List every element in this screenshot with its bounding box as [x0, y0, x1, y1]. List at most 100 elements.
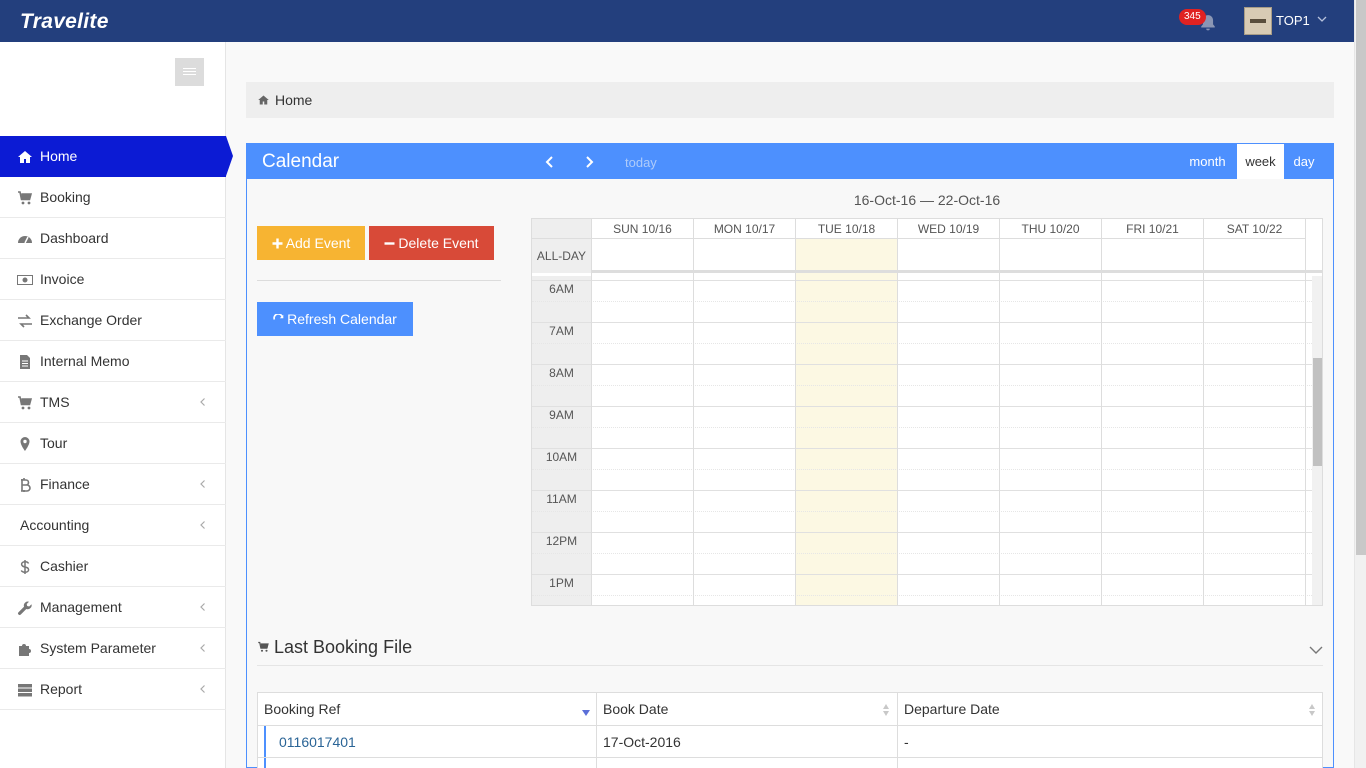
day-column-header: FRI 10/21	[1101, 219, 1203, 239]
brand-logo[interactable]: Travelite	[20, 10, 109, 34]
calendar-panel: Calendar today month week day Add Event …	[246, 143, 1334, 768]
booking-ref-link[interactable]: 0116017401	[279, 734, 356, 750]
table-row[interactable]	[258, 758, 1322, 768]
chevron-left-icon	[200, 398, 205, 406]
notification-badge[interactable]: 345	[1179, 9, 1206, 25]
month-view-button[interactable]: month	[1179, 144, 1236, 179]
chevron-left-icon	[200, 521, 205, 529]
menu-line	[183, 68, 196, 69]
column-header-label: Departure Date	[904, 701, 1000, 717]
sidebar-nav: Home Booking Dashboard Invoice Exchange …	[0, 136, 233, 710]
sidebar: Home Booking Dashboard Invoice Exchange …	[0, 42, 233, 768]
cart-icon	[258, 641, 269, 652]
cart-icon	[18, 191, 33, 205]
column-header-label: Book Date	[603, 701, 669, 717]
half-hour-line	[532, 553, 1312, 554]
day-column-line	[795, 219, 796, 605]
minus-icon	[384, 242, 395, 245]
day-view-button[interactable]: day	[1284, 144, 1324, 179]
day-column-header: THU 10/20	[999, 219, 1101, 239]
time-label: 1PM	[549, 576, 574, 590]
time-label: 8AM	[549, 366, 574, 380]
sort-desc-icon	[582, 710, 590, 716]
dollar-icon	[20, 560, 30, 574]
chevron-left-icon	[200, 480, 205, 488]
chevron-left-icon	[200, 644, 205, 652]
column-header-booking-ref[interactable]: Booking Ref	[258, 693, 597, 726]
home-icon	[18, 151, 32, 163]
delete-event-button[interactable]: Delete Event	[369, 226, 494, 260]
sidebar-item-report[interactable]: Report	[0, 669, 226, 710]
day-column-line	[1305, 219, 1306, 605]
allday-row[interactable]	[532, 239, 1322, 273]
hour-line	[532, 448, 1312, 449]
sidebar-item-system-parameter[interactable]: System Parameter	[0, 628, 226, 669]
chevron-left-icon	[200, 685, 205, 693]
sidebar-item-dashboard[interactable]: Dashboard	[0, 218, 226, 259]
page-scrollbar-thumb[interactable]	[1356, 0, 1366, 555]
day-column-header: SAT 10/22	[1203, 219, 1305, 239]
username[interactable]: TOP1	[1276, 13, 1310, 28]
last-booking-title: Last Booking File	[274, 637, 413, 657]
breadcrumb: Home	[246, 82, 1334, 118]
week-view-button[interactable]: week	[1237, 144, 1284, 179]
chevron-left-icon[interactable]	[544, 155, 556, 169]
sidebar-item-exchange-order[interactable]: Exchange Order	[0, 300, 226, 341]
refresh-calendar-label: Refresh Calendar	[287, 311, 397, 327]
half-hour-line	[532, 469, 1312, 470]
avatar[interactable]	[1244, 7, 1272, 35]
sidebar-item-accounting[interactable]: Accounting	[0, 505, 226, 546]
hour-line	[532, 532, 1312, 533]
plus-icon	[272, 238, 283, 249]
grid-corner	[532, 219, 591, 239]
delete-event-label: Delete Event	[398, 235, 479, 251]
sidebar-item-finance[interactable]: Finance	[0, 464, 226, 505]
book-date-cell	[597, 758, 898, 768]
departure-date-cell: -	[904, 734, 909, 750]
today-button[interactable]: today	[625, 155, 657, 170]
sidebar-item-management[interactable]: Management	[0, 587, 226, 628]
book-date-cell: 17-Oct-2016	[597, 726, 898, 758]
sidebar-item-label: Tour	[40, 435, 68, 451]
time-label: 10AM	[545, 450, 578, 464]
sidebar-item-label: Exchange Order	[40, 312, 142, 328]
table-row[interactable]: 0116017401 17-Oct-2016 -	[258, 726, 1322, 758]
refresh-calendar-button[interactable]: Refresh Calendar	[257, 302, 413, 336]
file-icon	[20, 355, 30, 369]
day-column-line	[591, 219, 592, 605]
menu-line	[183, 71, 196, 72]
sidebar-item-label: Booking	[40, 189, 91, 205]
divider	[257, 280, 501, 281]
hour-line	[532, 364, 1312, 365]
column-header-book-date[interactable]: Book Date	[597, 693, 898, 726]
sidebar-item-booking[interactable]: Booking	[0, 177, 226, 218]
chevron-right-icon[interactable]	[583, 155, 595, 169]
time-label: 7AM	[549, 324, 574, 338]
sidebar-item-label: Internal Memo	[40, 353, 130, 369]
booking-ref-cell	[258, 758, 597, 768]
sort-icon	[1309, 704, 1315, 716]
hour-line	[532, 490, 1312, 491]
column-header-departure-date[interactable]: Departure Date	[898, 693, 1322, 726]
chevron-down-icon[interactable]	[1309, 645, 1323, 655]
grid-scrollbar[interactable]	[1312, 276, 1322, 605]
sidebar-item-label: Management	[40, 599, 122, 615]
add-event-button[interactable]: Add Event	[257, 226, 365, 260]
sidebar-toggle-button[interactable]	[175, 58, 204, 86]
chevron-left-icon	[200, 603, 205, 611]
chevron-down-icon[interactable]	[1316, 13, 1328, 25]
sidebar-item-internal-memo[interactable]: Internal Memo	[0, 341, 226, 382]
sidebar-item-label: Cashier	[40, 558, 89, 574]
page-scrollbar[interactable]	[1354, 0, 1366, 768]
booking-ref-cell: 0116017401	[258, 726, 597, 758]
grid-scrollbar-thumb[interactable]	[1313, 358, 1322, 466]
sidebar-item-home[interactable]: Home	[0, 136, 233, 177]
sidebar-item-tms[interactable]: TMS	[0, 382, 226, 423]
breadcrumb-home-link[interactable]: Home	[275, 92, 312, 108]
sidebar-item-label: TMS	[40, 394, 70, 410]
exchange-icon	[18, 314, 32, 328]
sidebar-item-invoice[interactable]: Invoice	[0, 259, 226, 300]
sidebar-item-tour[interactable]: Tour	[0, 423, 226, 464]
sidebar-item-cashier[interactable]: Cashier	[0, 546, 226, 587]
table-header: Booking Ref Book Date Departure Date	[258, 693, 1322, 726]
